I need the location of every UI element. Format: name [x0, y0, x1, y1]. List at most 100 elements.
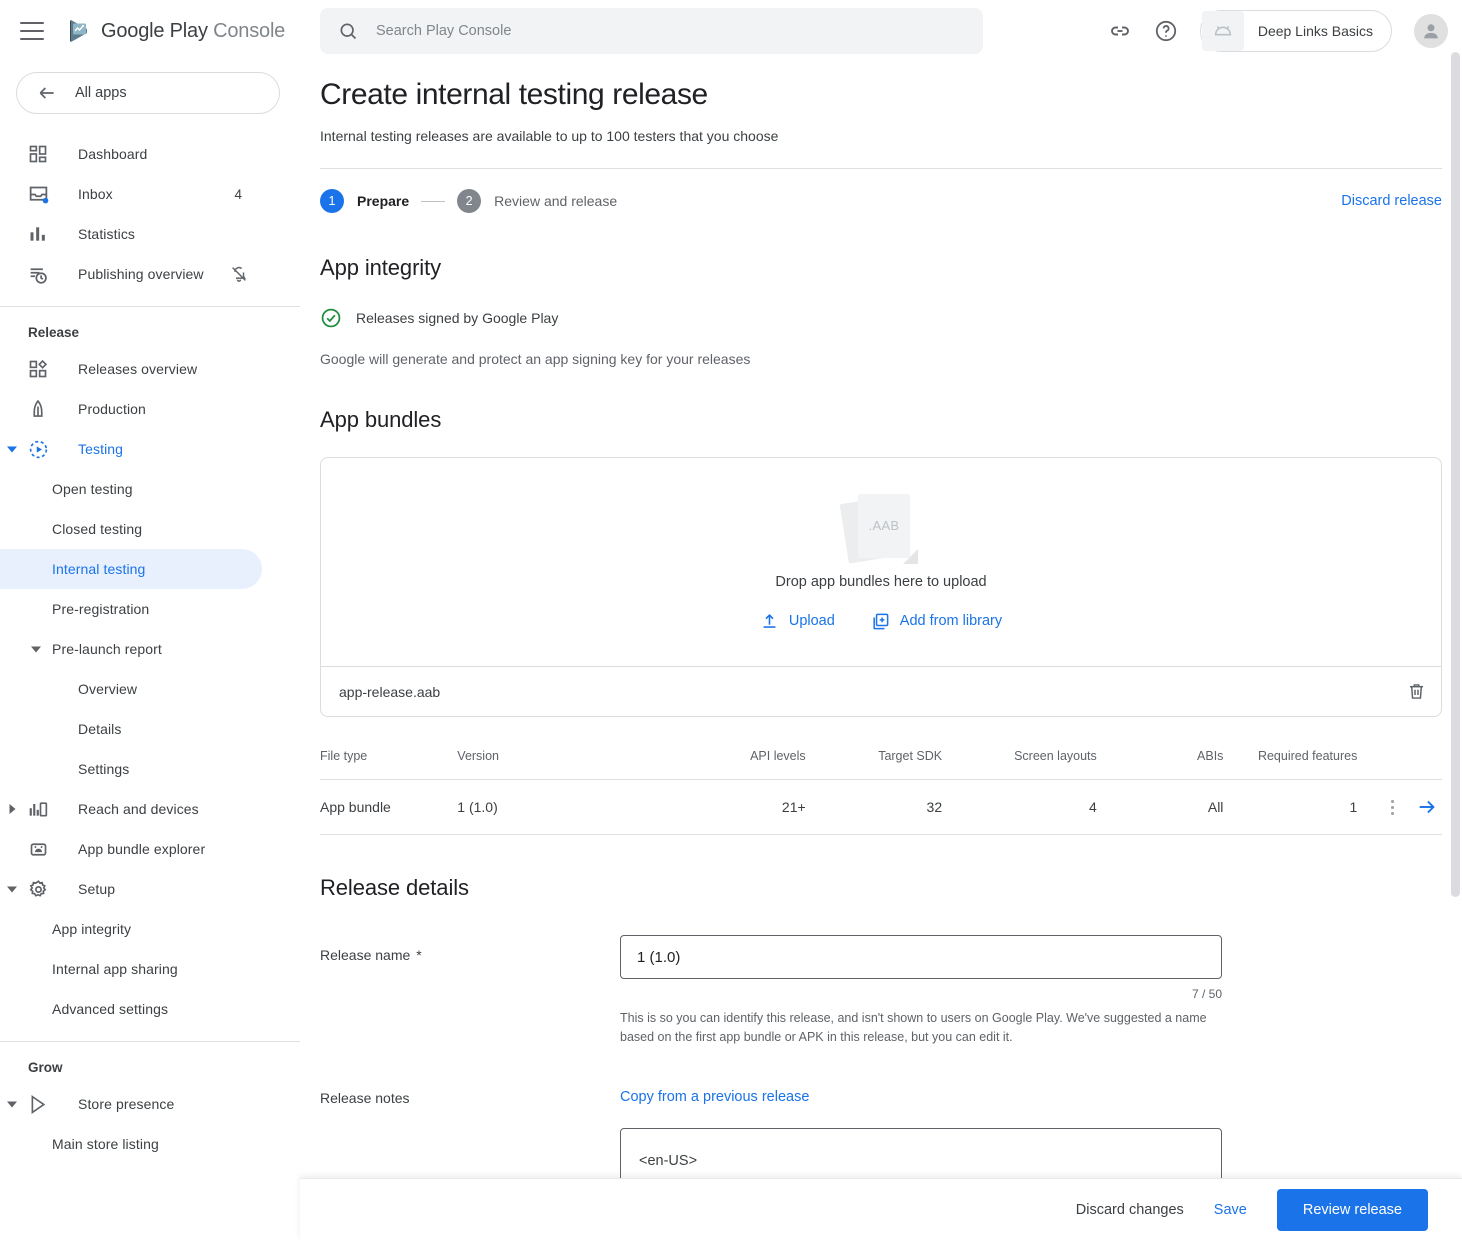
chevron-down-icon[interactable]: [6, 1098, 18, 1110]
sidebar-label: Details: [78, 721, 122, 737]
sidebar-item-dashboard[interactable]: Dashboard: [0, 134, 262, 174]
sidebar-item-pre-launch-report[interactable]: Pre-launch report: [0, 629, 262, 669]
sidebar-label: Testing: [78, 441, 123, 457]
bell-off-icon[interactable]: [230, 265, 248, 283]
all-apps-label: All apps: [75, 85, 127, 101]
app-selector-chip[interactable]: Deep Links Basics: [1200, 10, 1392, 52]
sidebar-label: Pre-launch report: [52, 641, 162, 657]
th-version: Version: [457, 749, 647, 780]
testing-icon: [26, 437, 50, 461]
sidebar-item-store-presence[interactable]: Store presence: [0, 1084, 262, 1124]
sidebar-item-pre-registration[interactable]: Pre-registration: [0, 589, 262, 629]
release-name-input[interactable]: [620, 935, 1222, 979]
step-review-and-release[interactable]: 2 Review and release: [457, 189, 617, 213]
sidebar-item-reach-and-devices[interactable]: Reach and devices: [0, 789, 262, 829]
page-title: Create internal testing release: [320, 78, 1442, 112]
kebab-menu-icon[interactable]: [1391, 800, 1394, 815]
android-icon: [1202, 11, 1244, 51]
drop-zone-label: Drop app bundles here to upload: [775, 574, 986, 590]
store-presence-icon: [26, 1092, 50, 1116]
search-bar[interactable]: [320, 8, 983, 54]
sidebar-label: Internal app sharing: [52, 961, 178, 977]
search-icon: [338, 21, 358, 41]
aab-label: .AAB: [869, 518, 900, 533]
review-release-button[interactable]: Review release: [1277, 1189, 1428, 1231]
table-row[interactable]: App bundle 1 (1.0) 21+ 32 4 All 1: [320, 780, 1442, 835]
sidebar-item-production[interactable]: Production: [0, 389, 262, 429]
sidebar-item-app-integrity[interactable]: App integrity: [0, 909, 262, 949]
sidebar-section-release: Release: [0, 315, 300, 349]
hamburger-menu-icon[interactable]: [20, 22, 44, 40]
sidebar-item-internal-testing[interactable]: Internal testing: [0, 549, 262, 589]
cell-actions: [1357, 780, 1442, 835]
sidebar-item-statistics[interactable]: Statistics: [0, 214, 262, 254]
brand-google-play: Google Play: [101, 20, 208, 42]
search-input[interactable]: [376, 23, 936, 39]
chevron-down-icon[interactable]: [6, 883, 18, 895]
sidebar-bottom-fade: [0, 1206, 300, 1240]
upload-button[interactable]: Upload: [760, 612, 835, 631]
cell-required-features: 1: [1223, 780, 1357, 835]
sidebar-item-open-testing[interactable]: Open testing: [0, 469, 262, 509]
sidebar-item-setup[interactable]: Setup: [0, 869, 262, 909]
sidebar-item-internal-app-sharing[interactable]: Internal app sharing: [0, 949, 262, 989]
step-prepare[interactable]: 1 Prepare: [320, 189, 409, 213]
signing-note: Google will generate and protect an app …: [320, 351, 1442, 367]
save-button[interactable]: Save: [1214, 1202, 1247, 1218]
signing-status-text: Releases signed by Google Play: [356, 310, 558, 326]
sidebar-label: Dashboard: [78, 146, 147, 162]
add-from-library-button[interactable]: Add from library: [871, 612, 1002, 631]
step-label: Prepare: [357, 193, 409, 209]
step-label: Review and release: [494, 193, 617, 209]
app-chip-label: Deep Links Basics: [1258, 23, 1373, 39]
bundles-table: File type Version API levels Target SDK …: [320, 749, 1442, 835]
sidebar-label: Closed testing: [52, 521, 142, 537]
th-required-features: Required features: [1223, 749, 1357, 780]
statistics-icon: [26, 222, 50, 246]
upload-icon: [760, 612, 779, 631]
sidebar-label: Main store listing: [52, 1136, 159, 1152]
chevron-right-icon[interactable]: [6, 803, 18, 815]
sidebar-item-closed-testing[interactable]: Closed testing: [0, 509, 262, 549]
copy-from-previous-release-link[interactable]: Copy from a previous release: [620, 1089, 809, 1105]
production-icon: [26, 397, 50, 421]
sidebar-divider-2: [0, 1041, 300, 1042]
cell-screen-layouts: 4: [942, 780, 1097, 835]
th-target-sdk: Target SDK: [806, 749, 942, 780]
setup-gear-icon: [26, 877, 50, 901]
discard-changes-button[interactable]: Discard changes: [1076, 1202, 1184, 1218]
sidebar-label: Releases overview: [78, 361, 197, 377]
trash-icon[interactable]: [1406, 681, 1427, 702]
step-number: 2: [457, 189, 481, 213]
release-name-control: 7 / 50 This is so you can identify this …: [620, 935, 1222, 1048]
help-circle-icon[interactable]: [1154, 19, 1178, 43]
upload-label: Upload: [789, 613, 835, 629]
arrow-right-icon[interactable]: [1416, 796, 1438, 818]
sidebar-item-app-bundle-explorer[interactable]: App bundle explorer: [0, 829, 262, 869]
sidebar-item-inbox[interactable]: Inbox 4: [0, 174, 262, 214]
cell-abis: All: [1097, 780, 1224, 835]
sidebar-item-overview[interactable]: Overview: [0, 669, 262, 709]
link-icon[interactable]: [1108, 19, 1132, 43]
sidebar-item-publishing-overview[interactable]: Publishing overview: [0, 254, 262, 294]
sidebar-item-details[interactable]: Details: [0, 709, 262, 749]
sidebar-item-settings[interactable]: Settings: [0, 749, 262, 789]
sidebar-item-main-store-listing[interactable]: Main store listing: [0, 1124, 262, 1164]
chevron-down-icon[interactable]: [30, 643, 42, 655]
scrollbar-thumb[interactable]: [1451, 52, 1460, 897]
discard-release-link[interactable]: Discard release: [1341, 193, 1442, 209]
chevron-down-icon[interactable]: [6, 443, 18, 455]
inbox-icon: [26, 182, 50, 206]
sidebar-item-releases-overview[interactable]: Releases overview: [0, 349, 262, 389]
brand-logo-group[interactable]: Google Play Console: [66, 18, 285, 44]
sidebar-item-testing[interactable]: Testing: [0, 429, 262, 469]
sidebar-label: Publishing overview: [78, 266, 204, 282]
all-apps-button[interactable]: All apps: [16, 72, 280, 114]
sidebar-item-advanced-settings[interactable]: Advanced settings: [0, 989, 262, 1029]
drop-zone[interactable]: .AAB Drop app bundles here to upload Upl…: [321, 458, 1441, 666]
signing-status-row: Releases signed by Google Play: [320, 307, 1442, 329]
sidebar-nav: Dashboard Inbox 4 Statistics: [0, 134, 300, 1164]
avatar[interactable]: [1414, 14, 1448, 48]
reach-and-devices-icon: [26, 797, 50, 821]
bottom-action-bar: Discard changes Save Review release: [300, 1178, 1462, 1240]
